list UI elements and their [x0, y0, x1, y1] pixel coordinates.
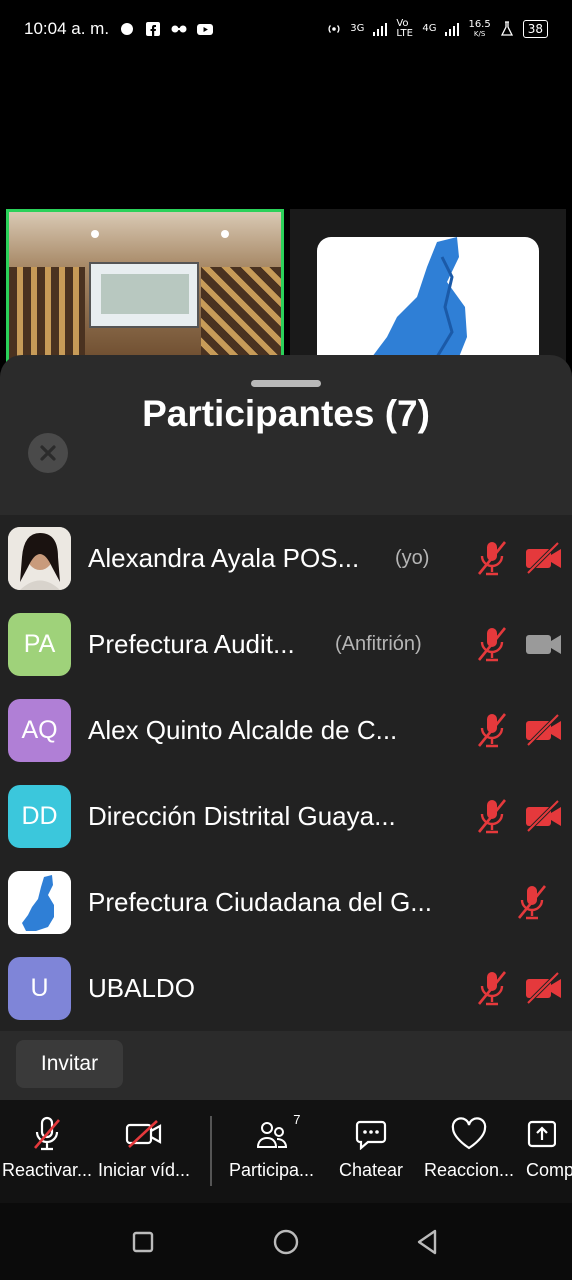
projector-screen	[89, 262, 199, 328]
mic-muted-icon	[512, 882, 552, 922]
start-video-label: Iniciar víd...	[98, 1160, 191, 1180]
participant-tag: (yo)	[395, 546, 430, 569]
volte-label: Vo LTE	[396, 18, 413, 39]
participant-tag: (Anfitrión)	[335, 632, 422, 655]
mic-muted-icon	[472, 796, 512, 836]
system-nav-bar	[0, 1203, 572, 1280]
active-speaker-video[interactable]	[6, 209, 284, 369]
recent-apps-button[interactable]	[126, 1225, 160, 1259]
participant-row[interactable]: U UBALDO	[0, 945, 572, 1031]
ceiling-light	[91, 230, 99, 238]
video-off-icon	[524, 710, 564, 750]
participant-video-tile[interactable]	[290, 209, 566, 369]
participant-name: UBALDO	[88, 972, 195, 1003]
wall-decoration	[9, 267, 85, 366]
chat-label: Chatear	[339, 1160, 404, 1180]
participant-name: Prefectura Ciudadana del G...	[88, 886, 432, 917]
map-image	[317, 237, 539, 369]
mic-muted-icon	[472, 968, 512, 1008]
avatar: U	[8, 957, 71, 1020]
network-speed: 16.5 K/S	[468, 18, 491, 38]
drag-handle[interactable]	[251, 380, 321, 387]
participant-row[interactable]: DD Dirección Distrital Guaya...	[0, 773, 572, 859]
mic-muted-icon	[472, 624, 512, 664]
video-off-icon	[125, 1120, 162, 1148]
avatar: DD	[8, 785, 71, 848]
participant-name: Alex Quinto Alcalde de C...	[88, 714, 398, 745]
hotspot-icon	[326, 21, 342, 37]
participants-sheet: Participantes (7) Alexandra Ayala POS...…	[0, 355, 572, 1100]
signal-icon-2	[444, 21, 460, 37]
mic-muted-icon	[472, 710, 512, 750]
participant-name: Prefectura Audit...	[88, 628, 295, 659]
toolbar-divider	[210, 1116, 212, 1186]
participant-name: Alexandra Ayala POS...	[88, 542, 360, 573]
youtube-icon	[197, 21, 214, 37]
network-4g: 4G	[422, 23, 437, 34]
back-triangle-icon	[417, 1229, 437, 1255]
participant-row[interactable]: Prefectura Ciudadana del G...	[0, 859, 572, 945]
status-bar: 10:04 a. m. 3G Vo LTE 4G 16.5 K/S 38	[0, 0, 572, 58]
video-on-icon	[524, 624, 564, 664]
participant-row[interactable]: Alexandra Ayala POS... (yo)	[0, 515, 572, 601]
unmute-label: Reactivar...	[2, 1160, 93, 1180]
circle-icon	[273, 1229, 299, 1255]
back-button[interactable]	[410, 1225, 444, 1259]
video-off-icon	[524, 796, 564, 836]
participant-name: Dirección Distrital Guaya...	[88, 800, 396, 831]
mic-muted-icon	[472, 538, 512, 578]
participants-button[interactable]: 7 Participa...	[229, 1112, 315, 1181]
chat-bubble-icon	[119, 21, 135, 37]
unmute-button[interactable]: Reactivar...	[2, 1114, 92, 1181]
participants-count-badge: 7	[293, 1112, 301, 1127]
meeting-toolbar: Reactivar... Iniciar víd... 7 Participa.…	[0, 1100, 572, 1203]
wall-decoration	[201, 267, 281, 366]
square-icon	[132, 1231, 154, 1253]
people-icon	[256, 1122, 287, 1148]
signal-icon	[372, 21, 388, 37]
participants-label: Participa...	[229, 1160, 315, 1180]
ceiling-light	[221, 230, 229, 238]
share-button[interactable]: Comp	[526, 1114, 572, 1181]
participant-row[interactable]: PA Prefectura Audit... (Anfitrión)	[0, 601, 572, 687]
invite-button[interactable]: Invitar	[16, 1040, 123, 1088]
chat-button[interactable]: Chatear	[339, 1114, 403, 1181]
flask-icon	[499, 21, 515, 37]
participant-row[interactable]: AQ Alex Quinto Alcalde de C...	[0, 687, 572, 773]
status-time: 10:04 a. m.	[24, 19, 110, 38]
share-screen-icon	[527, 1120, 556, 1148]
close-icon	[40, 445, 56, 461]
mic-muted-icon	[34, 1116, 61, 1151]
glasses-icon	[171, 21, 187, 37]
share-label: Comp	[526, 1160, 572, 1180]
battery-indicator: 38	[522, 20, 548, 38]
reactions-button[interactable]: Reaccion...	[424, 1114, 514, 1181]
participant-list: Alexandra Ayala POS... (yo) PA Prefectur…	[0, 515, 572, 1031]
reactions-label: Reaccion...	[424, 1160, 515, 1180]
video-off-icon	[524, 538, 564, 578]
home-button[interactable]	[269, 1225, 303, 1259]
heart-icon	[451, 1117, 487, 1150]
avatar: PA	[8, 613, 71, 676]
video-off-icon	[524, 968, 564, 1008]
avatar	[8, 527, 71, 590]
sheet-title: Participantes (7)	[142, 393, 430, 434]
start-video-button[interactable]: Iniciar víd...	[98, 1114, 190, 1181]
avatar: AQ	[8, 699, 71, 762]
close-button[interactable]	[28, 433, 68, 473]
network-3g: 3G	[350, 23, 365, 34]
facebook-icon	[145, 21, 161, 37]
chat-icon	[355, 1120, 387, 1150]
avatar	[8, 871, 71, 934]
